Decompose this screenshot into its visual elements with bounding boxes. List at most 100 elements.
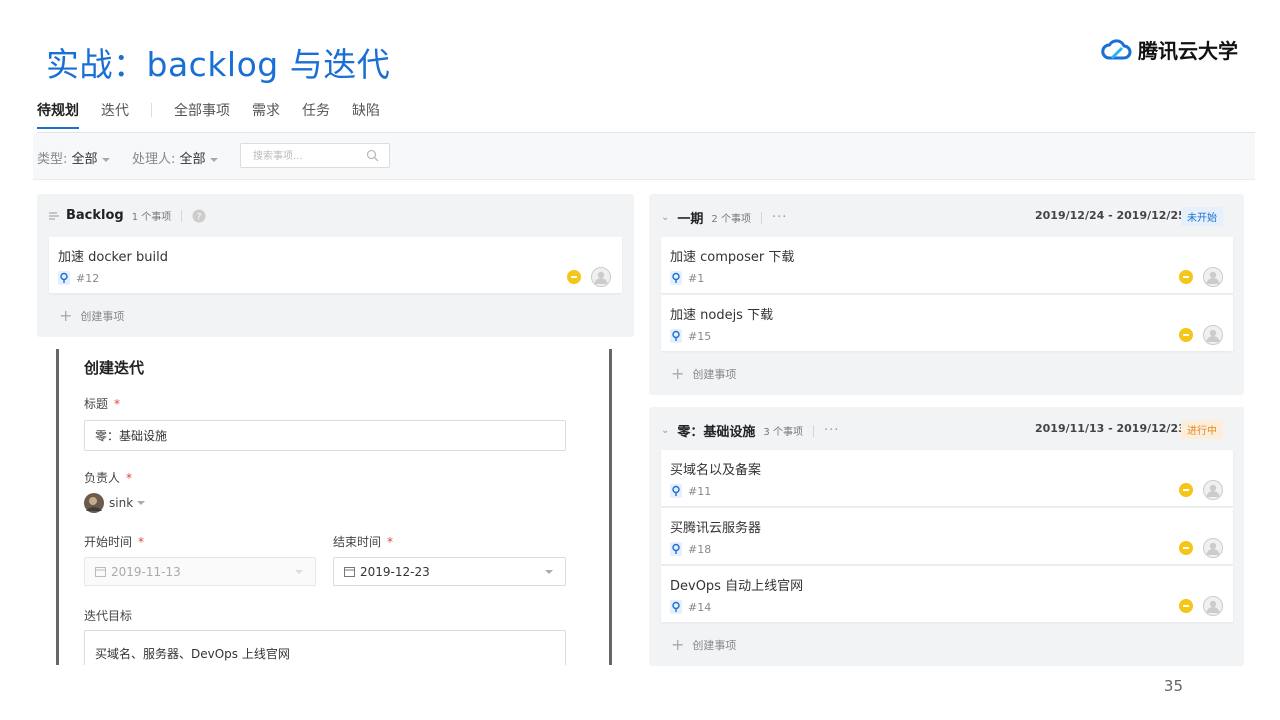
issue-id: #15 <box>688 329 712 343</box>
title-label-text: 标题 <box>84 397 109 411</box>
sprint-goal-textarea[interactable]: 买域名、服务器、DevOps 上线官网 <box>84 630 566 665</box>
issue-id-row: #12 <box>58 271 99 285</box>
assignee-filter[interactable]: 处理人: 全部 <box>132 148 218 167</box>
lightbulb-icon <box>58 271 70 285</box>
sprint-panel-2: ⌄ 零：基础设施 3 个事项 ··· 2019/11/13 - 2019/12/… <box>649 407 1244 666</box>
create-issue-button[interactable]: + 创建事项 <box>59 308 124 324</box>
start-label-text: 开始时间 <box>84 535 133 549</box>
list-icon <box>49 212 59 219</box>
issue-title: 加速 composer 下载 <box>670 250 795 265</box>
issue-title: 加速 nodejs 下载 <box>670 308 774 323</box>
priority-medium-icon <box>1179 599 1193 613</box>
tab-requirements[interactable]: 需求 <box>252 100 280 129</box>
issue-title: 买腾讯云服务器 <box>670 521 762 536</box>
assignee-filter-label: 处理人: <box>132 152 176 167</box>
issue-id-row: #18 <box>670 542 711 556</box>
more-options-icon[interactable]: ··· <box>772 210 787 225</box>
assignee-filter-value: 全部 <box>179 152 206 167</box>
end-date-value: 2019-12-23 <box>360 564 430 579</box>
dialog-title: 创建迭代 <box>84 359 145 377</box>
issue-card[interactable]: 加速 composer 下载 #1 <box>661 237 1233 293</box>
owner-select[interactable]: sink <box>84 493 146 513</box>
chevron-down-icon[interactable]: ⌄ <box>661 425 669 436</box>
priority-medium-icon <box>1179 483 1193 497</box>
help-icon[interactable]: ? <box>192 209 206 223</box>
required-mark: * <box>138 535 145 549</box>
search-box <box>240 143 390 168</box>
user-avatar <box>84 493 104 513</box>
tab-bar: 待规划 迭代 全部事项 需求 任务 缺陷 <box>37 100 402 129</box>
more-options-icon[interactable]: ··· <box>824 423 839 438</box>
caret-down-icon <box>137 501 146 505</box>
caret-down-icon <box>209 157 218 162</box>
issue-id: #1 <box>688 271 705 285</box>
issue-card[interactable]: 加速 docker build #12 <box>49 237 622 293</box>
unassigned-avatar-icon[interactable] <box>1203 480 1223 500</box>
type-filter-label: 类型: <box>37 152 68 167</box>
backlog-title: Backlog <box>66 208 124 223</box>
issue-id: #18 <box>688 542 712 556</box>
caret-down-icon <box>545 570 553 574</box>
owner-field-label: 负责人 * <box>84 469 132 486</box>
create-issue-button[interactable]: + 创建事项 <box>671 637 736 653</box>
tab-backlog[interactable]: 待规划 <box>37 100 79 129</box>
type-filter[interactable]: 类型: 全部 <box>37 148 110 167</box>
backlog-count: 1 个事项 <box>131 212 172 223</box>
search-icon[interactable] <box>366 149 379 162</box>
slide-title: 实战：backlog 与迭代 <box>46 45 391 84</box>
unassigned-avatar-icon[interactable] <box>1203 325 1223 345</box>
tab-sprints[interactable]: 迭代 <box>101 100 129 129</box>
required-mark: * <box>387 535 394 549</box>
header-divider <box>812 424 814 437</box>
create-sprint-dialog: 创建迭代 标题 * 零：基础设施 负责人 * sink 开始时间 * 2019-11-… <box>56 349 612 665</box>
header-divider <box>760 211 762 224</box>
sprint-title: 一期 <box>677 212 704 227</box>
unassigned-avatar-icon[interactable] <box>1203 267 1223 287</box>
plus-icon: + <box>59 306 73 325</box>
chevron-down-icon[interactable]: ⌄ <box>661 212 669 223</box>
logo-text: 腾讯云大学 <box>1138 39 1238 63</box>
issue-id: #12 <box>76 271 100 285</box>
caret-down-icon <box>101 157 110 162</box>
issue-card[interactable]: DevOps 自动上线官网 #14 <box>661 566 1233 622</box>
sprint-date-range: 2019/11/13 - 2019/12/23 <box>1035 422 1186 435</box>
sprint-panel-1: ⌄ 一期 2 个事项 ··· 2019/12/24 - 2019/12/25 未… <box>649 194 1244 395</box>
unassigned-avatar-icon[interactable] <box>1203 538 1223 558</box>
owner-value: sink <box>109 496 134 510</box>
issue-card[interactable]: 买域名以及备案 #11 <box>661 450 1233 506</box>
tab-defects[interactable]: 缺陷 <box>352 100 380 129</box>
end-label-text: 结束时间 <box>333 535 382 549</box>
calendar-icon <box>344 567 355 577</box>
lightbulb-icon <box>670 329 682 343</box>
start-date-picker[interactable]: 2019-11-13 <box>84 557 316 586</box>
tab-tasks[interactable]: 任务 <box>302 100 330 129</box>
unassigned-avatar-icon[interactable] <box>1203 596 1223 616</box>
lightbulb-icon <box>670 484 682 498</box>
issue-card[interactable]: 买腾讯云服务器 #18 <box>661 508 1233 564</box>
search-input[interactable] <box>251 145 365 168</box>
sprint-goal-value: 买域名、服务器、DevOps 上线官网 <box>95 647 290 661</box>
backlog-header: Backlog 1 个事项 ? <box>49 208 206 223</box>
sprint-title: 零：基础设施 <box>677 425 756 440</box>
start-date-label: 开始时间 * <box>84 533 144 550</box>
unassigned-avatar-icon[interactable] <box>591 267 611 287</box>
sprint-count: 2 个事项 <box>711 214 751 225</box>
backlog-panel: Backlog 1 个事项 ? 加速 docker build #12 + 创建… <box>37 194 634 337</box>
issue-id-row: #1 <box>670 271 704 285</box>
plus-icon: + <box>671 635 685 654</box>
end-date-picker[interactable]: 2019-12-23 <box>333 557 566 586</box>
issue-title: DevOps 自动上线官网 <box>670 579 804 594</box>
create-issue-label: 创建事项 <box>692 639 737 652</box>
required-mark: * <box>126 471 133 485</box>
calendar-icon <box>95 567 106 577</box>
lightbulb-icon <box>670 271 682 285</box>
caret-down-icon <box>295 570 303 574</box>
create-issue-button[interactable]: + 创建事项 <box>671 366 736 382</box>
tab-divider <box>151 103 152 117</box>
issue-card[interactable]: 加速 nodejs 下载 #15 <box>661 295 1233 351</box>
create-issue-label: 创建事项 <box>80 310 125 323</box>
issue-title: 加速 docker build <box>58 250 168 265</box>
tab-all-issues[interactable]: 全部事项 <box>174 100 230 129</box>
plus-icon: + <box>671 364 685 383</box>
sprint-title-input[interactable]: 零：基础设施 <box>84 420 566 451</box>
